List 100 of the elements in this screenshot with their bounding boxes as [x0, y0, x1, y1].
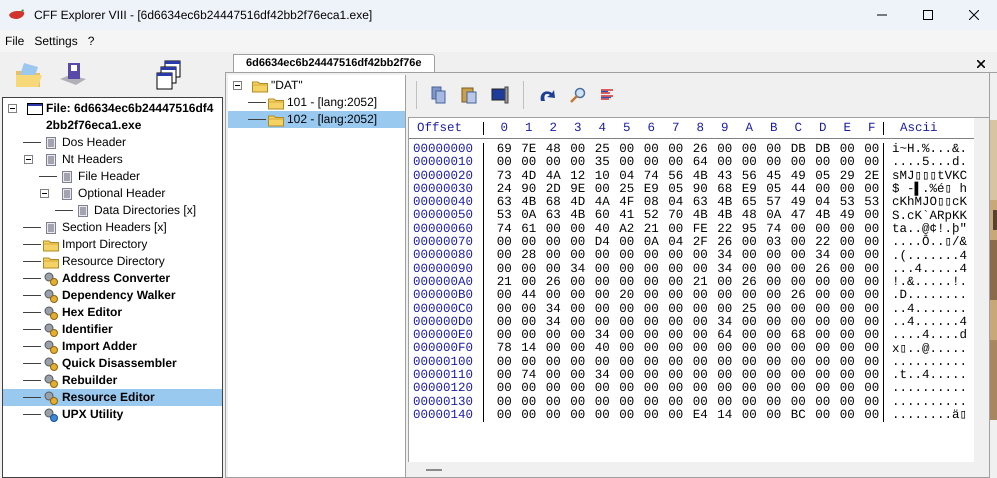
tree-label: Dependency Walker [62, 287, 176, 304]
monitor-icon[interactable] [491, 86, 509, 104]
app-icon [8, 9, 26, 21]
tree-label: Resource Editor [62, 389, 155, 406]
tree-item[interactable]: Address Converter [3, 270, 222, 287]
hex-bytes: 69 7E 48 00 25 00 00 00 26 00 00 00 DB DB 00 00 [484, 143, 884, 156]
tree-item[interactable]: Optional Header [3, 185, 222, 202]
offset-cell: 00000090 [409, 262, 484, 276]
offset-cell: 00000130 [409, 396, 484, 409]
column-header: Ascii [899, 122, 938, 135]
offset-cell: 00000140 [409, 408, 484, 422]
hex-bytes: 00 00 34 00 00 00 00 00 00 34 00 00 00 00 00 00 [484, 316, 884, 330]
collapse-toggle[interactable] [8, 104, 17, 113]
ascii-cell-text: .t..4..... [891, 369, 968, 382]
menu-item[interactable]: ? [82, 32, 100, 50]
ascii-cell-text: ....4....d [891, 329, 968, 342]
tree-item[interactable]: Resource Editor [3, 389, 222, 406]
tree-item[interactable]: 102 - [lang:2052] [228, 111, 405, 128]
tree-label: Quick Disassembler [62, 355, 177, 372]
search-icon[interactable] [570, 87, 586, 103]
ascii-cell-text: ....5...d. [891, 156, 968, 170]
paste-icon[interactable] [461, 86, 477, 104]
ascii-cell-text: ..4......4 [891, 316, 968, 329]
offset-cell: 000000A0 [409, 276, 484, 290]
offset-cell: 000000D0 [409, 316, 484, 330]
tree-item[interactable]: "DAT" [228, 77, 405, 94]
tree-item[interactable]: 101 - [lang:2052] [228, 94, 405, 111]
hex-bytes: 00 74 00 00 34 00 00 00 00 00 00 00 00 00 00 00 [484, 369, 884, 382]
tree-label: Import Directory [62, 236, 148, 253]
tree-item[interactable]: Identifier [3, 321, 222, 338]
tree-label: Address Converter [62, 270, 170, 287]
ascii-cell-text: .(.......4 [891, 250, 968, 263]
tree-label: Dos Header [62, 134, 126, 151]
tree-label: Rebuilder [62, 372, 118, 389]
window-title: CFF Explorer VIII - [6d6634ec6b24447516df42bb2f76eca1.exe] [34, 7, 372, 24]
windows-icon[interactable] [156, 60, 182, 90]
close-icon [969, 10, 979, 20]
ascii-cell-text: ........ä▯ [891, 409, 968, 422]
folder-icon [268, 96, 284, 110]
file-tab[interactable]: 6d6634ec6b24447516df42bb2f76e [233, 54, 435, 72]
hex-bytes: 00 00 34 00 00 00 00 00 00 00 25 00 00 00 00 00 [484, 302, 884, 316]
vertical-scrollbar[interactable] [974, 118, 989, 462]
offset-cell: 00000070 [409, 236, 484, 250]
offset-cell: 00000050 [409, 209, 484, 223]
tree-item[interactable]: Dos Header [3, 134, 222, 151]
hex-bytes: 74 61 00 00 40 A2 21 00 FE 22 95 74 00 00 00 00 [484, 222, 884, 236]
offset-cell: 00000030 [409, 182, 484, 196]
menu-item[interactable]: File [0, 32, 30, 50]
ascii-cell-text: ta..@¢!.þ" [891, 222, 968, 236]
tree-label: Section Headers [x] [62, 219, 167, 236]
offset-cell: 00000080 [409, 249, 484, 263]
offset-cell: 000000E0 [409, 329, 484, 342]
hex-bytes: 00 00 00 00 35 00 00 00 64 00 00 00 00 00 00 00 [484, 156, 884, 170]
ascii-cell-text: .......... [891, 396, 968, 409]
folder-icon [43, 254, 59, 268]
hex-bytes: 78 14 00 00 40 00 00 00 00 00 00 00 00 00 00 00 [484, 342, 884, 356]
collapse-toggle[interactable] [233, 81, 242, 90]
tree-item[interactable]: UPX Utility [3, 406, 222, 423]
ascii-cell-text: ....Ô..▯/& [891, 236, 968, 250]
gears-icon [43, 306, 59, 320]
tree-item[interactable]: Data Directories [x] [3, 202, 222, 219]
ascii-cell-text: x▯..@..... [891, 342, 968, 356]
document-icon [75, 204, 91, 218]
close-icon[interactable] [977, 60, 985, 68]
tree-item[interactable]: Import Adder [3, 338, 222, 355]
hex-bytes: 63 4B 68 4D 4A 4F 08 04 63 4B 65 57 49 04 53 53 [484, 196, 884, 210]
gears-icon [43, 408, 59, 422]
tree-item[interactable]: Resource Directory [3, 253, 222, 270]
tree-item[interactable]: Dependency Walker [3, 287, 222, 304]
gears-icon [43, 340, 59, 354]
ascii-cell-text: i~H.%...&. [891, 143, 968, 156]
menu-item[interactable]: Settings [29, 32, 83, 50]
tree-item[interactable]: Import Directory [3, 236, 222, 253]
tree-label: 102 - [lang:2052] [287, 111, 378, 128]
collapse-toggle[interactable] [40, 189, 49, 198]
tree-item[interactable]: Nt Headers [3, 151, 222, 168]
collapse-toggle[interactable] [24, 155, 33, 164]
hex-bytes: 00 00 00 00 00 00 00 00 00 00 00 00 00 00 00 00 [484, 382, 884, 396]
gears-icon [43, 374, 59, 388]
offset-cell: 00000020 [409, 170, 484, 183]
tree-item[interactable]: Hex Editor [3, 304, 222, 321]
hex-bytes: 00 00 00 34 00 00 00 00 00 34 00 00 00 26 00 00 [484, 262, 884, 276]
hex-bytes: 00 44 00 00 00 20 00 00 00 00 00 00 26 00 00 00 [484, 289, 884, 303]
tree-item[interactable]: Section Headers [x] [3, 219, 222, 236]
tree-item[interactable]: Rebuilder [3, 372, 222, 389]
tree-label: File Header [78, 168, 140, 185]
offset-cell: 00000010 [409, 156, 484, 170]
copy-icon[interactable] [431, 86, 447, 104]
hex-bytes: 00 28 00 00 00 00 00 00 00 34 00 00 00 34 00 00 [484, 249, 884, 263]
tree-label: 101 - [lang:2052] [287, 94, 378, 111]
tree-item[interactable]: File Header [3, 168, 222, 185]
tree-item[interactable]: Quick Disassembler [3, 355, 222, 372]
window-icon [27, 102, 43, 116]
offset-cell: 000000F0 [409, 342, 484, 356]
offset-cell: 00000110 [409, 369, 484, 382]
tree-item[interactable]: File: 6d6634ec6b24447516df42bb2f76eca1.exe [3, 100, 222, 134]
document-icon [43, 152, 59, 166]
lines-icon[interactable] [600, 88, 614, 102]
column-header: 0 1 2 3 4 5 6 7 8 9 A B C D E F [484, 122, 884, 135]
hex-bytes: 00 00 00 00 D4 00 0A 04 2F 26 00 03 00 22 00 00 [484, 236, 884, 250]
